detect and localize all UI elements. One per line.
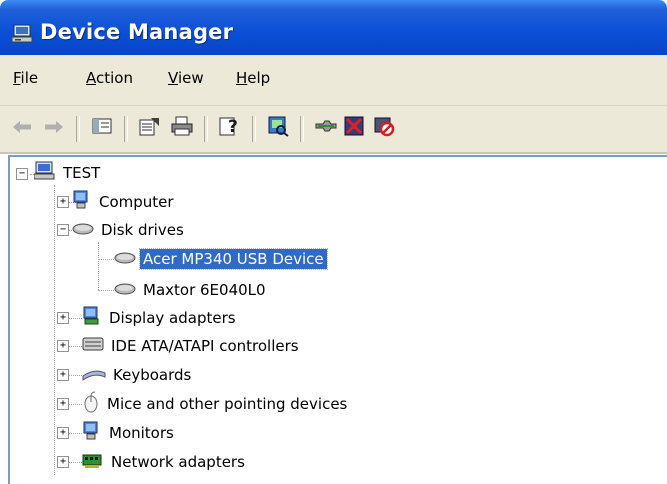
tree-node-keyboards[interactable]: Keyboards bbox=[82, 363, 194, 387]
tree-node-label: Network adapters bbox=[111, 453, 245, 471]
tree-node-maxtor[interactable]: Maxtor 6E040L0 bbox=[114, 278, 269, 302]
collapse-toggle[interactable]: − bbox=[16, 168, 28, 180]
menu-action[interactable]: Action bbox=[86, 69, 133, 87]
tree-node-mice[interactable]: Mice and other pointing devices bbox=[82, 391, 350, 417]
print-button[interactable] bbox=[168, 114, 196, 142]
update-driver-button[interactable] bbox=[312, 114, 340, 142]
tree-node-monitors[interactable]: Monitors bbox=[82, 421, 177, 445]
tree-node-computer[interactable]: Computer bbox=[72, 190, 177, 214]
keyboard-icon bbox=[82, 366, 106, 385]
forward-button[interactable] bbox=[40, 114, 68, 142]
tree-node-label: Monitors bbox=[109, 424, 174, 442]
device-manager-icon bbox=[11, 24, 34, 48]
computer-icon bbox=[33, 161, 56, 185]
tree-node-label: Disk drives bbox=[101, 221, 184, 239]
monitor-icon bbox=[82, 421, 102, 445]
disable-button[interactable] bbox=[370, 114, 398, 142]
toolbar: ? bbox=[0, 106, 667, 154]
show-hide-console-tree-icon bbox=[92, 117, 112, 139]
display-adapter-icon bbox=[82, 306, 102, 330]
toolbar-separator bbox=[76, 116, 80, 142]
toolbar-separator bbox=[204, 116, 208, 142]
menu-file[interactable]: File bbox=[13, 69, 38, 87]
svg-text:?: ? bbox=[228, 117, 238, 137]
ide-controller-icon bbox=[82, 335, 104, 357]
update-driver-icon bbox=[315, 118, 337, 138]
disk-drive-icon bbox=[72, 221, 94, 240]
title-bar[interactable]: Device Manager bbox=[0, 0, 667, 55]
uninstall-icon bbox=[343, 115, 365, 141]
print-icon bbox=[171, 116, 193, 140]
help-icon: ? bbox=[219, 115, 241, 141]
expand-toggle[interactable]: + bbox=[57, 456, 69, 468]
tree-node-root[interactable]: TEST bbox=[33, 161, 103, 185]
disable-icon bbox=[373, 115, 395, 141]
tree-node-label: Acer MP340 USB Device bbox=[139, 248, 328, 270]
properties-button[interactable] bbox=[136, 114, 164, 142]
tree-connector bbox=[98, 259, 114, 260]
back-button[interactable] bbox=[8, 114, 36, 142]
tree-node-label: Mice and other pointing devices bbox=[107, 395, 348, 413]
window-title: Device Manager bbox=[40, 20, 234, 44]
tree-node-acer-mp340[interactable]: Acer MP340 USB Device bbox=[114, 247, 328, 271]
menu-help[interactable]: Help bbox=[236, 69, 270, 87]
tree-node-label: IDE ATA/ATAPI controllers bbox=[111, 337, 299, 355]
scan-hardware-button[interactable] bbox=[264, 114, 292, 142]
expand-toggle[interactable]: + bbox=[57, 398, 69, 410]
help-button[interactable]: ? bbox=[216, 114, 244, 142]
mouse-icon bbox=[82, 391, 100, 417]
menu-bar: File Action View Help bbox=[0, 55, 667, 106]
tree-node-label: Computer bbox=[99, 193, 174, 211]
menu-view[interactable]: View bbox=[168, 69, 204, 87]
device-tree[interactable]: − + − + + + + + + TEST Computer Disk dri… bbox=[8, 155, 667, 484]
scan-hardware-icon bbox=[267, 115, 289, 141]
tree-connector bbox=[68, 375, 82, 376]
back-arrow-icon bbox=[11, 119, 33, 138]
disk-drive-icon bbox=[114, 281, 136, 300]
forward-arrow-icon bbox=[43, 119, 65, 138]
show-hide-tree-button[interactable] bbox=[88, 114, 116, 142]
toolbar-separator bbox=[252, 116, 256, 142]
toolbar-separator bbox=[300, 116, 304, 142]
tree-node-display-adapters[interactable]: Display adapters bbox=[82, 306, 239, 330]
expand-toggle[interactable]: + bbox=[57, 196, 69, 208]
tree-node-label: TEST bbox=[63, 164, 101, 182]
expand-toggle[interactable]: + bbox=[57, 340, 69, 352]
tree-connector bbox=[54, 185, 55, 475]
disk-drive-icon bbox=[114, 250, 136, 269]
expand-toggle[interactable]: + bbox=[57, 427, 69, 439]
tree-node-label: Maxtor 6E040L0 bbox=[143, 281, 266, 299]
expand-toggle[interactable]: + bbox=[57, 312, 69, 324]
monitor-icon bbox=[72, 190, 92, 214]
tree-node-label: Display adapters bbox=[109, 309, 236, 327]
tree-node-ide-controllers[interactable]: IDE ATA/ATAPI controllers bbox=[82, 334, 302, 358]
tree-connector bbox=[68, 404, 82, 405]
properties-icon bbox=[139, 116, 161, 140]
tree-connector bbox=[98, 242, 99, 290]
tree-node-disk-drives[interactable]: Disk drives bbox=[72, 218, 187, 242]
tree-connector bbox=[68, 433, 82, 434]
toolbar-separator bbox=[124, 116, 128, 142]
network-adapter-icon bbox=[82, 451, 104, 473]
tree-connector bbox=[68, 462, 82, 463]
expand-toggle[interactable]: + bbox=[57, 369, 69, 381]
tree-connector bbox=[68, 318, 82, 319]
uninstall-button[interactable] bbox=[340, 114, 368, 142]
tree-connector bbox=[98, 290, 114, 291]
tree-connector bbox=[68, 346, 82, 347]
tree-node-label: Keyboards bbox=[113, 366, 192, 384]
collapse-toggle[interactable]: − bbox=[57, 224, 69, 236]
tree-node-network-adapters[interactable]: Network adapters bbox=[82, 450, 248, 474]
